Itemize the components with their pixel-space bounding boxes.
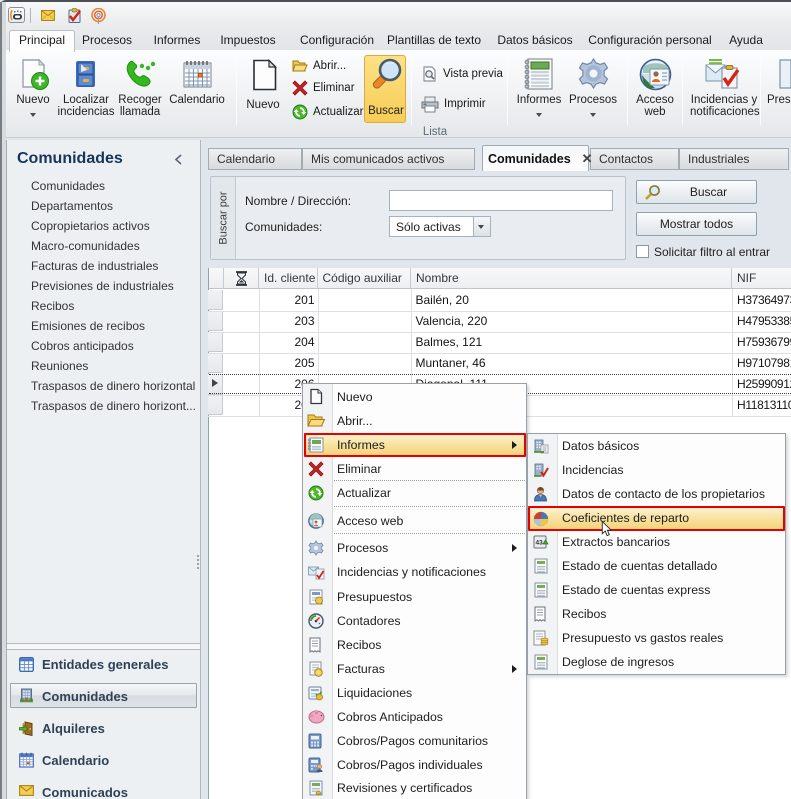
- svg-text:43: 43: [536, 540, 544, 547]
